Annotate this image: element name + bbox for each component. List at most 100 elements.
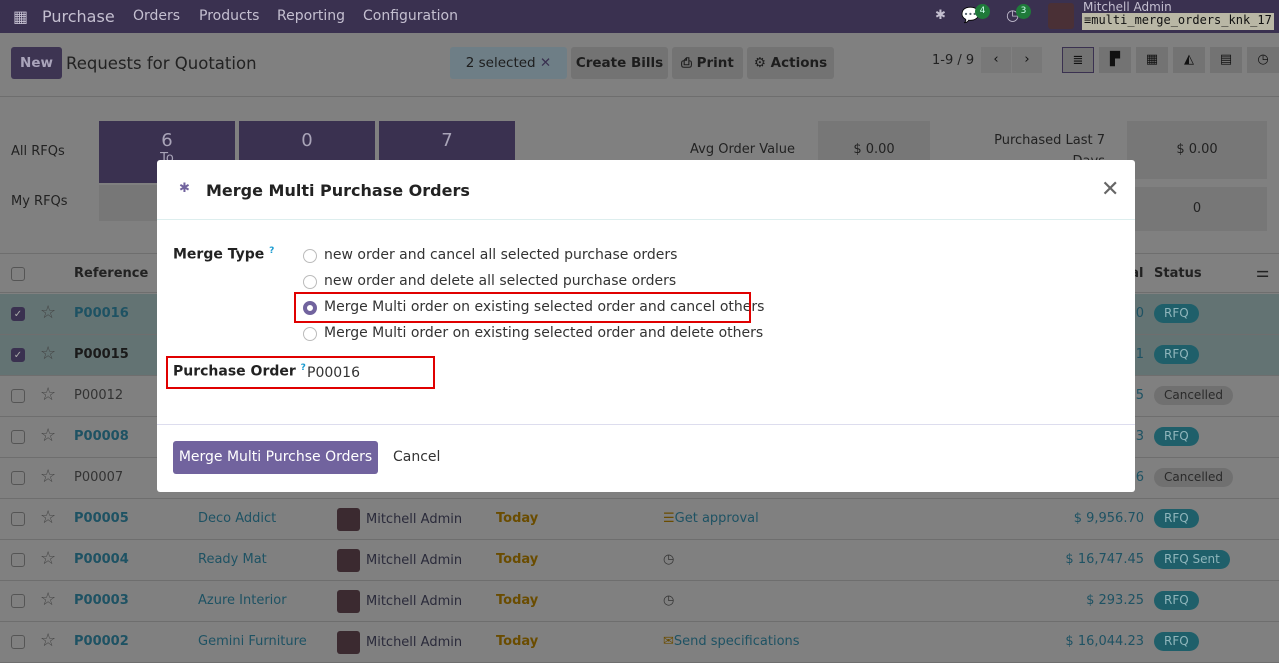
menu-orders[interactable]: Orders — [133, 8, 180, 24]
total-amount: $ 9,956.70 — [1073, 511, 1144, 526]
avatar — [337, 508, 360, 531]
my-purchased-value: 0 — [1127, 187, 1267, 231]
pager-prev-button[interactable]: ‹ — [981, 47, 1011, 73]
buyer: Mitchell Admin — [366, 512, 463, 527]
star-icon[interactable]: ☆ — [40, 548, 56, 569]
pager-next-button[interactable]: › — [1012, 47, 1042, 73]
reference[interactable]: P00015 — [74, 347, 129, 362]
clear-selection-icon[interactable]: ✕ — [540, 55, 551, 71]
activity[interactable]: ◷ — [663, 593, 674, 608]
star-icon[interactable]: ☆ — [40, 507, 56, 528]
avatar — [337, 631, 360, 654]
table-row[interactable]: ☆ P00003 Azure Interior Mitchell Admin T… — [0, 581, 1279, 622]
merge-type-radio[interactable] — [303, 249, 317, 263]
row-checkbox[interactable] — [11, 553, 25, 567]
total-amount: $ 293.25 — [1086, 593, 1144, 608]
row-checkbox[interactable] — [11, 471, 25, 485]
user-avatar[interactable] — [1048, 3, 1074, 29]
star-icon[interactable]: ☆ — [40, 630, 56, 651]
status-badge: RFQ — [1154, 632, 1199, 651]
calendar-view-icon[interactable]: ▤ — [1210, 47, 1242, 73]
star-icon[interactable]: ☆ — [40, 466, 56, 487]
highlight-box — [294, 292, 751, 323]
apps-grid-icon[interactable]: ▦ — [13, 7, 28, 26]
row-checkbox[interactable]: ✓ — [11, 307, 25, 321]
header-status[interactable]: Status — [1154, 266, 1202, 281]
total-amount: 3 — [1135, 429, 1144, 444]
database-name: multi_merge_orders_knk_17 — [1091, 13, 1272, 27]
activity[interactable]: ☰Get approval — [663, 511, 759, 526]
star-icon[interactable]: ☆ — [40, 384, 56, 405]
menu-reporting[interactable]: Reporting — [277, 8, 345, 24]
tile-value: 7 — [441, 130, 453, 151]
header-reference[interactable]: Reference — [74, 266, 148, 281]
reference[interactable]: P00012 — [74, 388, 123, 403]
bug-icon[interactable]: ✱ — [935, 8, 946, 23]
status-badge: RFQ — [1154, 509, 1199, 528]
star-icon[interactable]: ☆ — [40, 425, 56, 446]
merge-type-option[interactable]: new order and delete all selected purcha… — [324, 273, 676, 289]
menu-configuration[interactable]: Configuration — [363, 8, 458, 24]
tile-value: 0 — [301, 130, 313, 151]
merge-type-option[interactable]: Merge Multi order on existing selected o… — [324, 325, 763, 341]
activity-label: Get approval — [674, 511, 759, 526]
top-navbar: ▦ Purchase Orders Products Reporting Con… — [0, 0, 1279, 33]
total-amount: 1 — [1135, 347, 1144, 362]
graph-view-icon[interactable]: ◭ — [1173, 47, 1205, 73]
app-name[interactable]: Purchase — [42, 7, 115, 26]
print-icon: ⎙ — [681, 55, 692, 71]
reference[interactable]: P00016 — [74, 306, 129, 321]
divider — [157, 424, 1135, 425]
bug-icon: ✱ — [179, 181, 190, 196]
merge-type-radio[interactable] — [303, 275, 317, 289]
deadline: Today — [496, 593, 539, 608]
status-badge: RFQ — [1154, 591, 1199, 610]
reference[interactable]: P00007 — [74, 470, 123, 485]
star-icon[interactable]: ☆ — [40, 343, 56, 364]
list-view-icon[interactable]: ≣ — [1062, 47, 1094, 73]
merge-type-radio[interactable] — [303, 327, 317, 341]
activity-view-icon[interactable]: ◷ — [1247, 47, 1279, 73]
row-checkbox[interactable] — [11, 389, 25, 403]
reference[interactable]: P00003 — [74, 593, 129, 608]
table-row[interactable]: ☆ P00005 Deco Addict Mitchell Admin Toda… — [0, 499, 1279, 540]
print-button[interactable]: ⎙ Print — [672, 47, 743, 79]
merge-type-option[interactable]: new order and cancel all selected purcha… — [324, 247, 677, 263]
row-checkbox[interactable]: ✓ — [11, 348, 25, 362]
table-row[interactable]: ☆ P00004 Ready Mat Mitchell Admin Today … — [0, 540, 1279, 581]
tile-value: 6 — [161, 130, 173, 151]
status-badge: RFQ — [1154, 427, 1199, 446]
vendor: Azure Interior — [198, 593, 287, 608]
status-badge: RFQ Sent — [1154, 550, 1230, 569]
star-icon[interactable]: ☆ — [40, 589, 56, 610]
kanban-view-icon[interactable]: ▛ — [1099, 47, 1131, 73]
optional-columns-icon[interactable]: ⚌ — [1256, 263, 1269, 281]
status-badge: Cancelled — [1154, 468, 1233, 487]
buyer: Mitchell Admin — [366, 635, 463, 650]
close-icon[interactable]: ✕ — [1101, 177, 1119, 202]
cancel-button[interactable]: Cancel — [393, 449, 440, 465]
table-row[interactable]: ☆ P00002 Gemini Furniture Mitchell Admin… — [0, 622, 1279, 663]
reference[interactable]: P00008 — [74, 429, 129, 444]
total-amount: $ 16,747.45 — [1065, 552, 1144, 567]
reference[interactable]: P00004 — [74, 552, 129, 567]
help-icon[interactable]: ? — [269, 246, 274, 256]
row-checkbox[interactable] — [11, 594, 25, 608]
pager: 1-9 / 9 — [932, 53, 975, 68]
select-all-checkbox[interactable] — [11, 267, 25, 281]
create-bills-button[interactable]: Create Bills — [571, 47, 668, 79]
activity[interactable]: ◷ — [663, 552, 674, 567]
database-badge: ≡multi_merge_orders_knk_17 — [1082, 13, 1274, 30]
star-icon[interactable]: ☆ — [40, 302, 56, 323]
pivot-view-icon[interactable]: ▦ — [1136, 47, 1168, 73]
row-checkbox[interactable] — [11, 512, 25, 526]
gear-icon: ⚙ — [753, 55, 766, 71]
merge-button[interactable]: Merge Multi Purchse Orders — [173, 441, 378, 474]
user-name[interactable]: Mitchell Admin — [1083, 0, 1172, 14]
menu-products[interactable]: Products — [199, 8, 259, 24]
actions-button[interactable]: ⚙ Actions — [747, 47, 834, 79]
row-checkbox[interactable] — [11, 430, 25, 444]
reference[interactable]: P00005 — [74, 511, 129, 526]
selected-label: 2 selected — [465, 55, 536, 71]
new-button[interactable]: New — [11, 47, 62, 79]
